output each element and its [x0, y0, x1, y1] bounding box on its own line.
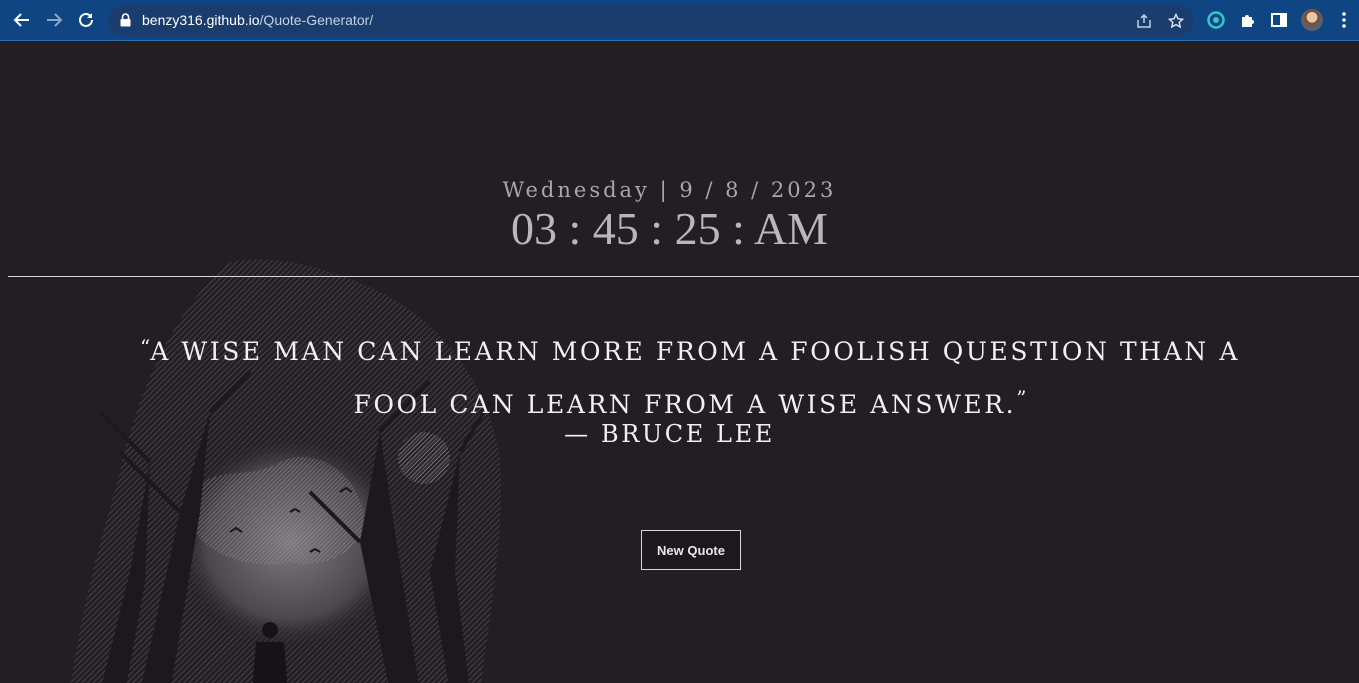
address-bar[interactable]: benzy316.github.io/Quote-Generator/	[108, 5, 1194, 36]
url-text[interactable]: benzy316.github.io/Quote-Generator/	[142, 12, 373, 28]
avatar[interactable]	[1301, 9, 1323, 31]
extension-icon[interactable]	[1205, 9, 1227, 31]
back-icon[interactable]	[9, 7, 35, 33]
quote-text: “A wise man can learn more from a foolis…	[140, 324, 1240, 428]
reload-icon[interactable]	[73, 7, 99, 33]
star-icon[interactable]	[1166, 11, 1186, 31]
close-quote-mark: ”	[1016, 386, 1027, 410]
quote-author: — Bruce Lee	[564, 420, 775, 448]
open-quote-mark: “	[140, 335, 151, 359]
puzzle-icon[interactable]	[1237, 9, 1259, 31]
lock-icon[interactable]	[120, 13, 131, 32]
forward-icon[interactable]	[41, 7, 67, 33]
time-display: 03 : 45 : 25 : AM	[511, 203, 828, 254]
browser-toolbar: benzy316.github.io/Quote-Generator/	[0, 0, 1359, 41]
new-quote-button[interactable]: New Quote	[641, 530, 741, 570]
quote-generator-page: Wednesday | 9 / 8 / 2023 03 : 45 : 25 : …	[0, 42, 1359, 683]
share-icon[interactable]	[1134, 11, 1154, 31]
quote-body: A wise man can learn more from a foolish…	[150, 337, 1240, 419]
divider	[8, 276, 1359, 277]
date-display: Wednesday | 9 / 8 / 2023	[502, 178, 837, 202]
menu-icon[interactable]	[1333, 9, 1355, 31]
side-panel-icon[interactable]	[1268, 9, 1290, 31]
